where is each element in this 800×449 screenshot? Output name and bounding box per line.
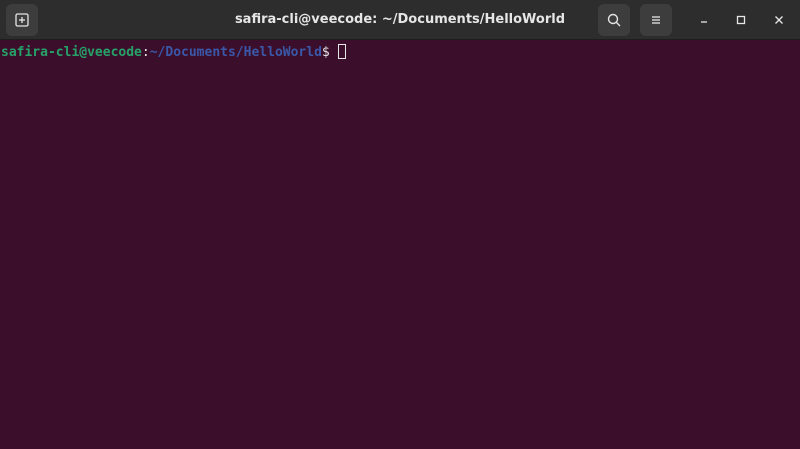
terminal-window: safira-cli@veecode: ~/Documents/HelloWor… bbox=[0, 0, 800, 449]
text-cursor bbox=[337, 44, 346, 59]
search-icon bbox=[607, 13, 621, 27]
hamburger-menu-icon bbox=[652, 16, 660, 24]
close-icon bbox=[775, 16, 783, 24]
prompt-user-host: safira-cli@veecode bbox=[1, 45, 142, 60]
prompt-line: safira-cli@veecode:~/Documents/HelloWorl… bbox=[1, 44, 346, 62]
maximize-icon bbox=[736, 15, 746, 25]
minimize-button[interactable] bbox=[688, 4, 720, 36]
close-button[interactable] bbox=[763, 4, 795, 36]
new-tab-button[interactable] bbox=[6, 4, 38, 36]
minimize-icon bbox=[701, 21, 707, 23]
prompt-separator: : bbox=[141, 45, 150, 60]
title-bar[interactable]: safira-cli@veecode: ~/Documents/HelloWor… bbox=[0, 0, 800, 40]
new-tab-icon bbox=[15, 13, 29, 27]
window-title: safira-cli@veecode: ~/Documents/HelloWor… bbox=[234, 12, 566, 27]
search-button[interactable] bbox=[598, 4, 630, 36]
menu-button[interactable] bbox=[640, 4, 672, 36]
maximize-button[interactable] bbox=[725, 4, 757, 36]
prompt-symbol: $ bbox=[321, 45, 330, 60]
prompt-path: ~/Documents/HelloWorld bbox=[149, 45, 322, 60]
terminal-area[interactable]: safira-cli@veecode:~/Documents/HelloWorl… bbox=[0, 41, 800, 449]
